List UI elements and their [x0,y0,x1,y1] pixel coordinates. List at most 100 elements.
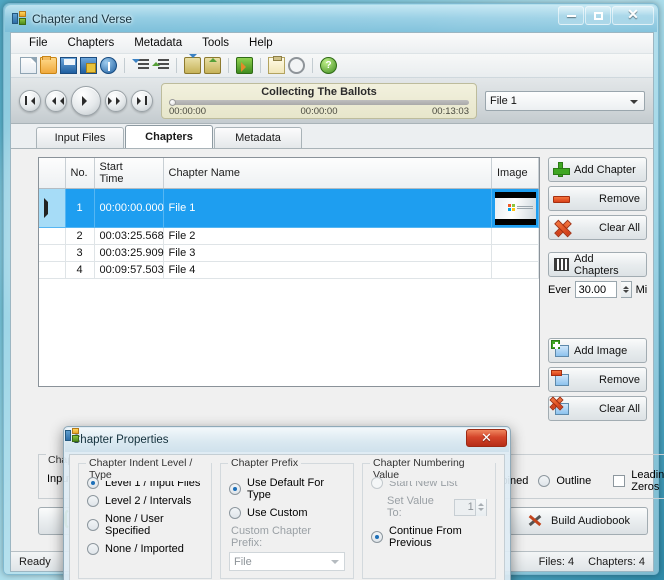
maximize-button[interactable] [585,6,611,25]
cell-image[interactable] [491,244,539,262]
radio-start-new-list[interactable] [371,477,383,489]
tab-input-files[interactable]: Input Files [36,127,124,148]
clear-all-chapters-button[interactable]: Clear All [548,215,647,240]
radio-outline[interactable] [538,475,551,487]
file-select-dropdown[interactable]: File 1 [485,90,645,111]
chapter-prefix-title: Chapter Prefix [228,457,302,469]
option-use-default-for-type[interactable]: Use Default For Type [229,477,345,501]
radio-none-user-specified[interactable] [87,519,99,531]
dialog-close-button[interactable]: ✕ [466,429,507,447]
checkbox-leading-zeros[interactable] [613,475,626,487]
list-export-icon[interactable] [152,57,169,74]
label-none-user-specified: None / User Specified [105,513,164,537]
column-header-chapter-name[interactable]: Chapter Name [163,158,492,189]
cell-image[interactable] [491,188,539,228]
rewind-button[interactable] [45,89,67,112]
cell-chapter-name[interactable]: File 4 [163,261,492,279]
remove-image-button[interactable]: Remove [548,367,647,392]
cell-chapter-name[interactable]: File 1 [163,188,492,228]
save-icon[interactable] [60,57,77,74]
radio-use-default-for-type[interactable] [229,483,241,495]
open-folder-icon[interactable] [40,56,57,74]
clipboard-icon[interactable] [268,56,285,74]
label-outline: Outline [556,475,592,487]
option-level2[interactable]: Level 2 / Intervals [87,495,203,507]
option-continue-from-previous[interactable]: Continue From Previous [371,525,487,549]
info-icon[interactable] [100,57,117,74]
option-use-custom[interactable]: Use Custom [229,507,345,519]
cell-start-time[interactable]: 00:09:57.503 [94,261,164,279]
new-document-icon[interactable] [20,57,37,74]
menu-file[interactable]: File [19,35,58,51]
custom-prefix-dropdown[interactable]: File [229,552,345,571]
row-selector[interactable] [39,227,66,245]
table-row[interactable]: 3 00:03:25.909 File 3 [39,244,539,262]
tag-import-icon[interactable] [184,54,201,74]
list-import-icon[interactable] [132,57,149,74]
option-none-imported[interactable]: None / Imported [87,543,203,555]
help-icon[interactable]: ? [320,57,337,74]
remove-chapter-label: Remove [599,192,640,205]
clear-all-images-button[interactable]: Clear All [548,396,647,421]
save-as-icon[interactable] [80,57,97,74]
time-readout: 00:00:00 00:13:03 00:00:00 [169,106,469,117]
build-audiobook-button[interactable]: Build Audiobook [509,507,648,535]
column-header-selector[interactable] [39,158,66,189]
tab-chapters[interactable]: Chapters [125,125,213,148]
dialog-title-bar: Chapter Properties ✕ [65,428,509,452]
radio-level2[interactable] [87,495,99,507]
row-selector[interactable] [39,188,66,228]
tag-export-icon[interactable] [204,57,221,74]
radio-level1[interactable] [87,477,99,489]
add-chapters-interval-button[interactable]: Add Chapters [548,252,647,277]
interval-stepper[interactable] [620,281,632,298]
table-row[interactable]: 2 00:03:25.568 File 2 [39,227,539,245]
close-button[interactable]: ✕ [612,6,654,25]
play-icon [82,95,92,106]
interval-input[interactable]: 30.00 [574,281,617,298]
seek-slider[interactable] [169,98,469,106]
interval-value: 30.00 [578,283,607,296]
cell-chapter-name[interactable]: File 2 [163,227,492,245]
cell-start-time[interactable]: 00:03:25.909 [94,244,164,262]
set-value-stepper[interactable] [475,498,486,516]
column-header-image[interactable]: Image [491,158,539,189]
option-none-user-specified[interactable]: None / User Specified [87,513,203,537]
menu-tools[interactable]: Tools [192,35,239,51]
menu-help[interactable]: Help [239,35,283,51]
menu-metadata[interactable]: Metadata [124,35,192,51]
settings-gear-icon[interactable] [288,57,305,74]
add-chapter-button[interactable]: Add Chapter [548,157,647,182]
import-icon[interactable] [236,57,253,74]
cell-chapter-name[interactable]: File 3 [163,244,492,262]
cell-image[interactable] [491,227,539,245]
tab-metadata[interactable]: Metadata [214,127,302,148]
menu-chapters[interactable]: Chapters [58,35,125,51]
chapters-table[interactable]: No. Start Time Chapter Name Image 1 00:00… [38,157,540,387]
radio-use-custom[interactable] [229,507,241,519]
cell-image[interactable] [491,261,539,279]
seek-thumb[interactable] [169,98,176,106]
table-row[interactable]: 4 00:09:57.503 File 4 [39,261,539,279]
cell-start-time[interactable]: 00:00:00.000 [94,188,164,228]
skip-end-button[interactable] [131,89,153,112]
set-value-input[interactable]: 1 [454,498,487,516]
toolbar-separator [260,58,261,73]
column-header-no[interactable]: No. [65,158,95,189]
row-selector[interactable] [39,244,66,262]
label-level2: Level 2 / Intervals [105,495,192,507]
cell-no: 4 [65,261,95,279]
radio-continue-from-previous[interactable] [371,531,383,543]
row-selector[interactable] [39,261,66,279]
add-image-button[interactable]: Add Image [548,338,647,363]
column-header-start-time[interactable]: Start Time [94,158,164,189]
play-button[interactable] [71,85,101,116]
remove-chapter-button[interactable]: Remove [548,186,647,211]
set-value: 1 [467,501,474,513]
skip-start-button[interactable] [19,89,41,112]
radio-none-imported[interactable] [87,543,99,555]
table-row[interactable]: 1 00:00:00.000 File 1 [39,188,539,228]
cell-start-time[interactable]: 00:03:25.568 [94,227,164,245]
minimize-button[interactable] [558,6,584,25]
fast-forward-button[interactable] [105,89,127,112]
